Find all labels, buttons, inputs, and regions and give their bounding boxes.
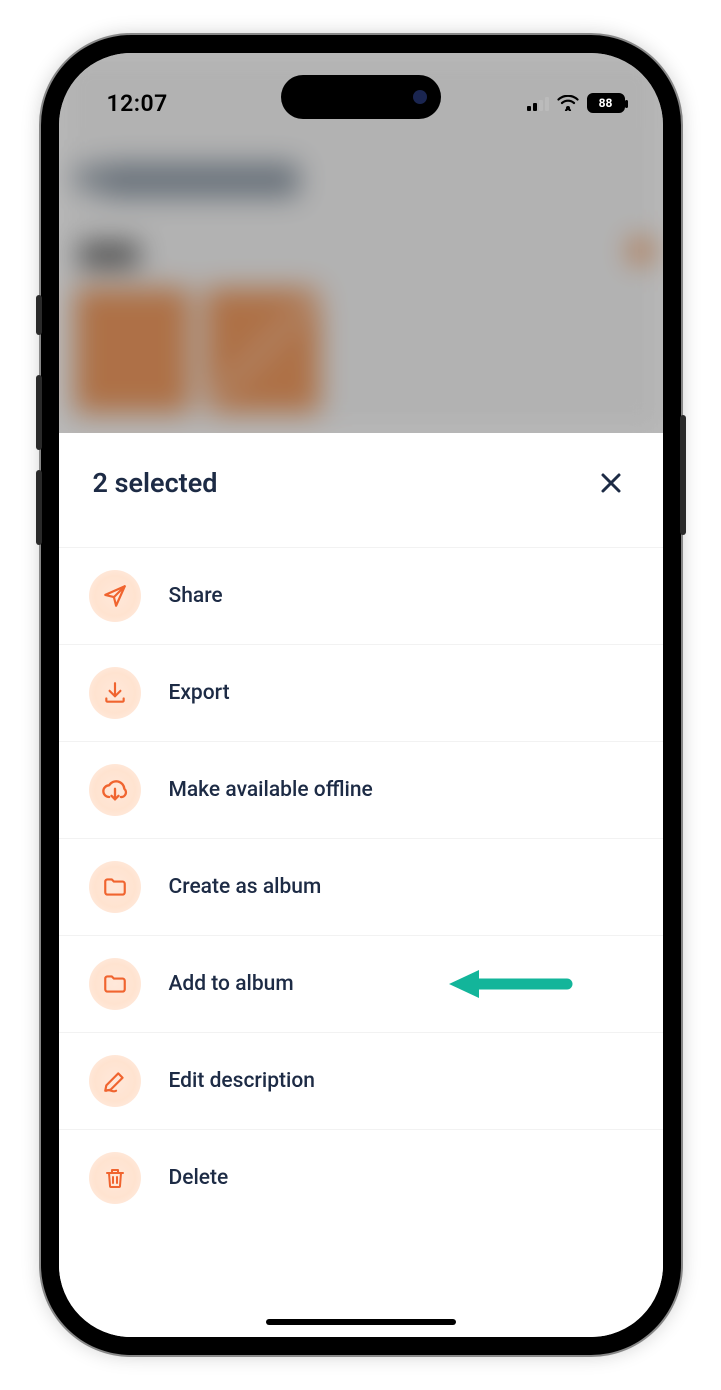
share-icon — [89, 570, 141, 622]
menu-label: Share — [169, 584, 223, 608]
battery-icon: 88 — [587, 93, 625, 113]
menu-item-edit-description[interactable]: Edit description — [59, 1033, 663, 1130]
menu-list: Share Export — [59, 547, 663, 1226]
volume-down — [36, 470, 42, 545]
menu-label: Export — [169, 681, 230, 705]
folder-icon — [89, 861, 141, 913]
cellular-icon — [527, 95, 549, 111]
menu-item-delete[interactable]: Delete — [59, 1130, 663, 1226]
home-indicator[interactable] — [266, 1319, 456, 1325]
menu-label: Create as album — [169, 875, 322, 899]
menu-item-create-album[interactable]: Create as album — [59, 839, 663, 936]
volume-up — [36, 375, 42, 450]
status-time: 12:07 — [107, 90, 168, 117]
menu-item-share[interactable]: Share — [59, 547, 663, 645]
edit-icon — [89, 1055, 141, 1107]
menu-label: Make available offline — [169, 778, 373, 802]
close-icon — [599, 471, 623, 495]
export-icon — [89, 667, 141, 719]
menu-label: Delete — [169, 1166, 229, 1190]
trash-icon — [89, 1152, 141, 1204]
power-button — [680, 415, 686, 535]
menu-item-offline[interactable]: Make available offline — [59, 742, 663, 839]
sheet-title: 2 selected — [93, 467, 218, 499]
cloud-download-icon — [89, 764, 141, 816]
wifi-icon — [557, 95, 579, 111]
close-button[interactable] — [595, 467, 627, 499]
annotation-arrow-icon — [445, 964, 575, 1004]
menu-label: Edit description — [169, 1069, 315, 1093]
menu-item-add-to-album[interactable]: Add to album — [59, 936, 663, 1033]
menu-label: Add to album — [169, 972, 294, 996]
mute-switch — [36, 295, 42, 335]
phone-frame: 12:07 88 2 selected — [41, 35, 681, 1355]
dynamic-island — [281, 75, 441, 119]
screen: 12:07 88 2 selected — [59, 53, 663, 1337]
folder-icon — [89, 958, 141, 1010]
action-sheet: 2 selected Share — [59, 433, 663, 1337]
menu-item-export[interactable]: Export — [59, 645, 663, 742]
sheet-header: 2 selected — [59, 433, 663, 529]
status-right: 88 — [527, 93, 625, 113]
